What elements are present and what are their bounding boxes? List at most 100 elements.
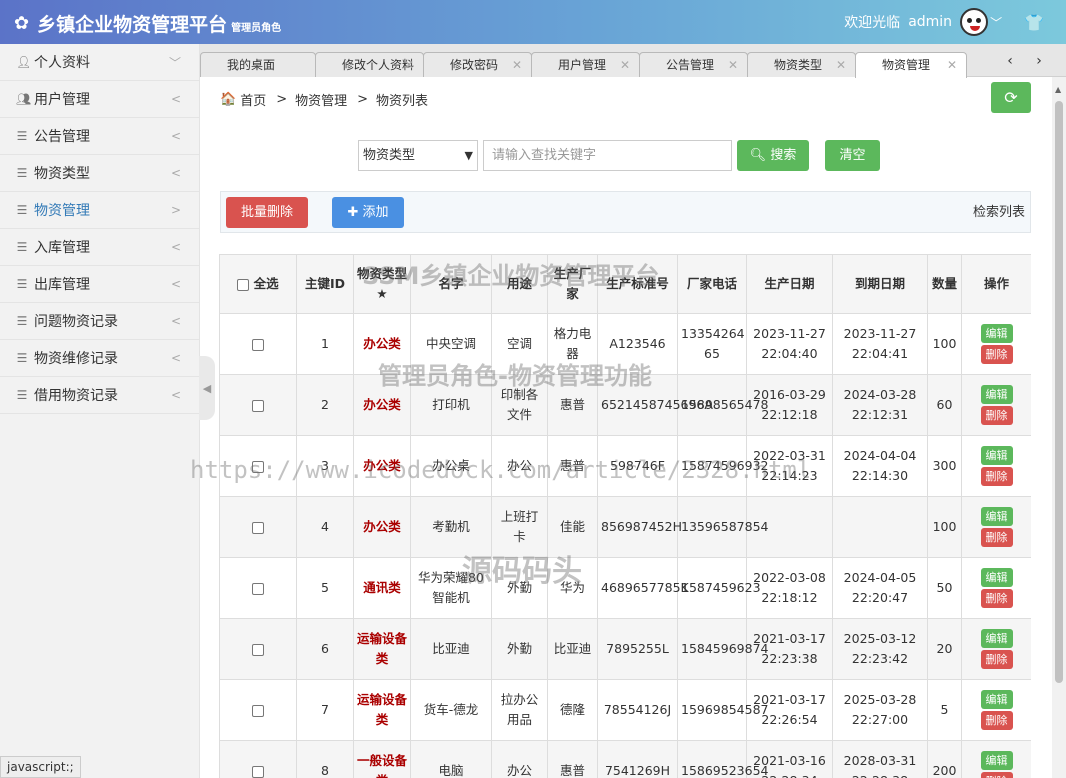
edit-button[interactable]: 编辑 [980,690,1013,709]
theme-shirt-icon[interactable]: 👕 [1024,13,1044,32]
cell-phone: 15869523654 [677,740,768,778]
row-checkbox-cell[interactable] [219,435,297,497]
search-button[interactable]: 🔍︎ 搜索 [737,140,809,171]
cell-type: 运输设备类 [353,618,411,680]
tab[interactable]: 用户管理 ✕ [531,52,640,77]
scrollbar-thumb[interactable] [1055,101,1063,683]
edit-button[interactable]: 编辑 [980,507,1013,526]
bulk-delete-button[interactable]: 批量删除 [226,197,308,228]
avatar[interactable] [960,8,989,36]
sidebar-item[interactable]: 👤︎ 个人资料 ﹀ [0,44,199,81]
row-checkbox[interactable] [252,460,264,473]
select-all-checkbox[interactable] [237,278,250,291]
select-all-header[interactable]: 全选 [219,254,297,314]
edit-button[interactable]: 编辑 [980,568,1013,587]
row-checkbox-cell[interactable] [219,557,297,619]
row-checkbox[interactable] [252,704,264,717]
row-checkbox[interactable] [252,338,264,351]
username[interactable]: admin [908,14,952,30]
delete-button[interactable]: 删除 [980,345,1013,364]
sidebar-item[interactable]: 👥︎ 用户管理 < [0,81,199,118]
sidebar-item-label: 入库管理 [34,240,90,256]
delete-button[interactable]: 删除 [980,467,1013,486]
close-icon[interactable]: ✕ [404,53,414,77]
cell-std: A123546 [597,313,678,375]
close-icon[interactable]: ✕ [620,53,630,77]
row-checkbox[interactable] [252,643,264,656]
chevron-down-icon[interactable]: ﹀ [990,14,1002,31]
sidebar-arrow-icon: < [170,129,181,143]
row-checkbox-cell[interactable] [219,496,297,558]
close-icon[interactable]: ✕ [512,53,522,77]
sidebar-item[interactable]: ☰ 问题物资记录 < [0,303,199,340]
sidebar-item[interactable]: ☰ 物资类型 < [0,155,199,192]
delete-button[interactable]: 删除 [980,528,1013,547]
cell-phone: 15874596932 [677,435,768,497]
materials-table: 全选 主键ID 物资类型★ 名字 用途 生产厂家 生产标准号 厂家电话 生产日期… [219,254,1031,778]
page-scrollbar[interactable]: ▲ [1052,77,1066,778]
edit-button[interactable]: 编辑 [980,751,1013,770]
sidebar-item[interactable]: ☰ 公告管理 < [0,118,199,155]
add-button[interactable]: ✚ 添加 [332,197,404,228]
row-checkbox-cell[interactable] [219,679,297,741]
cell-use: 外勤 [491,557,548,619]
cell-maker: 华为 [547,557,598,619]
tab-prev-icon[interactable]: ‹ [996,48,1024,74]
row-checkbox[interactable] [252,765,264,778]
cell-use: 空调 [491,313,548,375]
row-checkbox-cell[interactable] [219,313,297,375]
sidebar-item[interactable]: ☰ 借用物资记录 < [0,377,199,414]
sidebar-item-label: 用户管理 [34,92,90,108]
column-header: 操作 [961,254,1031,314]
row-checkbox[interactable] [252,582,264,595]
column-header[interactable]: 物资类型★ [353,254,411,314]
row-checkbox-cell[interactable] [219,374,297,436]
delete-button[interactable]: 删除 [980,650,1013,669]
sidebar-collapse-handle[interactable]: ◀ [199,356,215,420]
actions-cell: 编辑删除 [961,435,1031,497]
tab[interactable]: 修改个人资料 ✕ [315,52,424,77]
delete-button[interactable]: 删除 [980,406,1013,425]
breadcrumb-home[interactable]: 首页 [240,90,266,109]
breadcrumb-level1[interactable]: 物资管理 [295,90,347,109]
tab[interactable]: 修改密码 ✕ [423,52,532,77]
row-checkbox[interactable] [252,399,264,412]
sidebar-item[interactable]: ☰ 物资管理 > [0,192,199,229]
sidebar-item[interactable]: ☰ 出库管理 < [0,266,199,303]
row-checkbox-cell[interactable] [219,618,297,680]
tab[interactable]: 物资类型 ✕ [747,52,856,77]
row-checkbox-cell[interactable] [219,740,297,778]
sidebar-item[interactable]: ☰ 入库管理 < [0,229,199,266]
edit-button[interactable]: 编辑 [980,324,1013,343]
tab[interactable]: 我的桌面 [200,52,316,77]
column-header: 名字 [410,254,492,314]
close-icon[interactable]: ✕ [947,53,957,77]
delete-button[interactable]: 删除 [980,711,1013,730]
sidebar-arrow-icon: < [170,351,181,365]
edit-button[interactable]: 编辑 [980,446,1013,465]
scroll-up-icon[interactable]: ▲ [1055,85,1061,94]
type-select[interactable]: 物资类型 ▼ [358,140,478,171]
edit-button[interactable]: 编辑 [980,385,1013,404]
refresh-button[interactable]: ⟳ [991,82,1031,113]
tab[interactable]: 公告管理 ✕ [639,52,748,77]
sidebar-item[interactable]: ☰ 物资维修记录 < [0,340,199,377]
close-icon[interactable]: ✕ [836,53,846,77]
cell-use: 上班打卡 [491,496,548,558]
edit-button[interactable]: 编辑 [980,629,1013,648]
table-row: 2 办公类 打印机 印制各文件 惠普 6521458745696A 15898565478 2… [219,374,1031,436]
cell-qty: 200 [927,740,962,778]
search-button-label: 搜索 [770,148,797,163]
tab[interactable]: 物资管理 ✕ [855,52,967,78]
clear-button[interactable]: 清空 [825,140,880,171]
search-input[interactable] [483,140,732,171]
delete-button[interactable]: 删除 [980,589,1013,608]
close-icon[interactable]: ✕ [728,53,738,77]
list-icon: ☰ [16,277,28,291]
row-checkbox[interactable] [252,521,264,534]
table-row: 8一般设备类电脑办公惠普7541269H158695236542021-03-1… [219,740,1031,778]
delete-button[interactable]: 删除 [980,772,1013,778]
tab-next-icon[interactable]: › [1025,48,1053,74]
tab-label: 物资管理 [882,58,931,72]
column-header: 用途 [491,254,548,314]
